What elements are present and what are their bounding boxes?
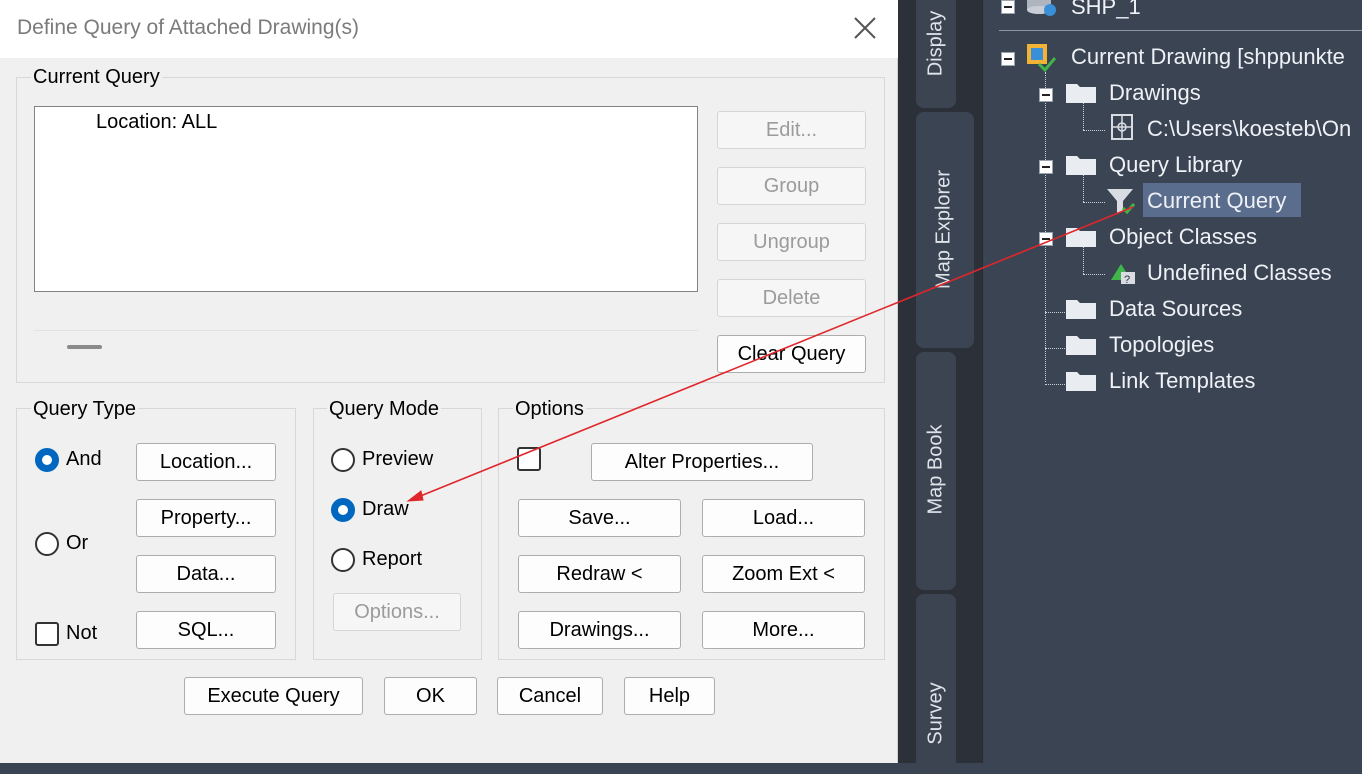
- redraw-button[interactable]: Redraw <: [518, 555, 681, 593]
- tree-guide: [1083, 246, 1084, 274]
- tab-map-explorer[interactable]: Map Explorer: [916, 112, 974, 348]
- folder-icon: [1065, 296, 1097, 320]
- tree-node-current-drawing[interactable]: Current Drawing [shppunkte: [1071, 44, 1345, 70]
- folder-icon: [1065, 152, 1097, 176]
- object-classes-expander[interactable]: [1039, 232, 1053, 246]
- folder-icon: [1065, 332, 1097, 356]
- query-scroll-thumb[interactable]: [67, 345, 102, 349]
- save-button[interactable]: Save...: [518, 499, 681, 537]
- report-label[interactable]: Report: [362, 548, 422, 571]
- and-radio[interactable]: [35, 448, 59, 472]
- tab-survey[interactable]: Survey: [916, 594, 956, 774]
- zoom-ext-button[interactable]: Zoom Ext <: [702, 555, 865, 593]
- tree-guide: [1045, 384, 1067, 385]
- drawings-button[interactable]: Drawings...: [518, 611, 681, 649]
- ok-button[interactable]: OK: [384, 677, 477, 715]
- dialog-title: Define Query of Attached Drawing(s): [17, 16, 359, 39]
- current-drawing-icon: [1023, 42, 1057, 73]
- define-query-dialog: Define Query of Attached Drawing(s) Curr…: [0, 0, 898, 763]
- tree-guide: [1045, 72, 1046, 382]
- tree-node-undefined-classes[interactable]: Undefined Classes: [1147, 260, 1332, 286]
- or-label[interactable]: Or: [66, 532, 88, 555]
- folder-icon: [1065, 368, 1097, 392]
- or-radio[interactable]: [35, 532, 59, 556]
- tab-display-label: Display: [924, 10, 947, 77]
- alter-properties-button[interactable]: Alter Properties...: [591, 443, 813, 481]
- tree-guide: [1083, 102, 1084, 130]
- tree-guide: [1045, 348, 1067, 349]
- preview-radio[interactable]: [331, 448, 355, 472]
- tree-guide: [1045, 312, 1067, 313]
- current-query-group-label: Current Query: [31, 66, 162, 89]
- tree-node-object-classes[interactable]: Object Classes: [1109, 224, 1257, 250]
- property-button[interactable]: Property...: [136, 499, 276, 537]
- close-icon[interactable]: [846, 10, 884, 46]
- current-query-list[interactable]: Location: ALL: [34, 106, 698, 292]
- data-button[interactable]: Data...: [136, 555, 276, 593]
- tree-node-current-query[interactable]: Current Query: [1147, 188, 1286, 214]
- and-label[interactable]: And: [66, 448, 102, 471]
- clear-query-button[interactable]: Clear Query: [717, 335, 866, 373]
- query-library-expander[interactable]: [1039, 160, 1053, 174]
- preview-label[interactable]: Preview: [362, 448, 433, 471]
- tab-map-book-label: Map Book: [924, 424, 947, 515]
- svg-text:?: ?: [1124, 274, 1130, 286]
- delete-button[interactable]: Delete: [717, 279, 866, 317]
- tree-guide: [1083, 130, 1105, 131]
- edit-button[interactable]: Edit...: [717, 111, 866, 149]
- undefined-classes-icon: ?: [1107, 258, 1139, 288]
- draw-label[interactable]: Draw: [362, 498, 409, 521]
- folder-icon: [1065, 224, 1097, 248]
- tree-guide: [1083, 274, 1105, 275]
- tree-node-topologies[interactable]: Topologies: [1109, 332, 1214, 358]
- sql-button[interactable]: SQL...: [136, 611, 276, 649]
- side-tab-strip: Display Map Explorer Map Book Survey: [898, 0, 982, 774]
- tree-node-query-library[interactable]: Query Library: [1109, 152, 1242, 178]
- current-drawing-expander[interactable]: [1001, 52, 1015, 66]
- execute-query-button[interactable]: Execute Query: [184, 677, 363, 715]
- query-line[interactable]: Location: ALL: [96, 111, 217, 134]
- not-label[interactable]: Not: [66, 622, 97, 645]
- help-button[interactable]: Help: [624, 677, 715, 715]
- tree-guide: [1083, 202, 1105, 203]
- options-group-label: Options: [513, 398, 586, 421]
- more-button[interactable]: More...: [702, 611, 865, 649]
- tab-map-book[interactable]: Map Book: [916, 352, 956, 590]
- query-mode-group-label: Query Mode: [327, 398, 442, 421]
- tree-guide: [1083, 174, 1084, 202]
- drawings-expander[interactable]: [1039, 88, 1053, 102]
- tab-display[interactable]: Display: [916, 0, 956, 108]
- database-icon: [1025, 0, 1057, 18]
- ungroup-button[interactable]: Ungroup: [717, 223, 866, 261]
- draw-radio[interactable]: [331, 498, 355, 522]
- query-scroll-track: [34, 330, 698, 331]
- not-checkbox[interactable]: [35, 622, 59, 646]
- tree-divider: [999, 30, 1362, 31]
- report-radio[interactable]: [331, 548, 355, 572]
- drawing-file-icon: [1107, 112, 1137, 142]
- tab-map-explorer-label: Map Explorer: [932, 170, 955, 289]
- tab-survey-label: Survey: [924, 682, 947, 745]
- alter-properties-checkbox[interactable]: [517, 447, 541, 471]
- shp-expander[interactable]: [1001, 0, 1015, 14]
- tree-node-link-templates[interactable]: Link Templates: [1109, 368, 1255, 394]
- tree-node-shp[interactable]: SHP_1: [1071, 0, 1141, 20]
- location-button[interactable]: Location...: [136, 443, 276, 481]
- cancel-button[interactable]: Cancel: [497, 677, 603, 715]
- tree-node-drawing-path[interactable]: C:\Users\koesteb\On: [1147, 116, 1351, 142]
- tree-node-data-sources[interactable]: Data Sources: [1109, 296, 1242, 322]
- funnel-icon: [1105, 186, 1137, 216]
- mode-options-button[interactable]: Options...: [333, 593, 461, 631]
- group-button[interactable]: Group: [717, 167, 866, 205]
- folder-icon: [1065, 80, 1097, 104]
- map-explorer-tree: SHP_1 Current Drawing [shppunkte Drawing…: [982, 0, 1362, 763]
- query-type-group-label: Query Type: [31, 398, 139, 421]
- title-bar: Define Query of Attached Drawing(s): [0, 0, 898, 58]
- load-button[interactable]: Load...: [702, 499, 865, 537]
- tree-node-drawings[interactable]: Drawings: [1109, 80, 1201, 106]
